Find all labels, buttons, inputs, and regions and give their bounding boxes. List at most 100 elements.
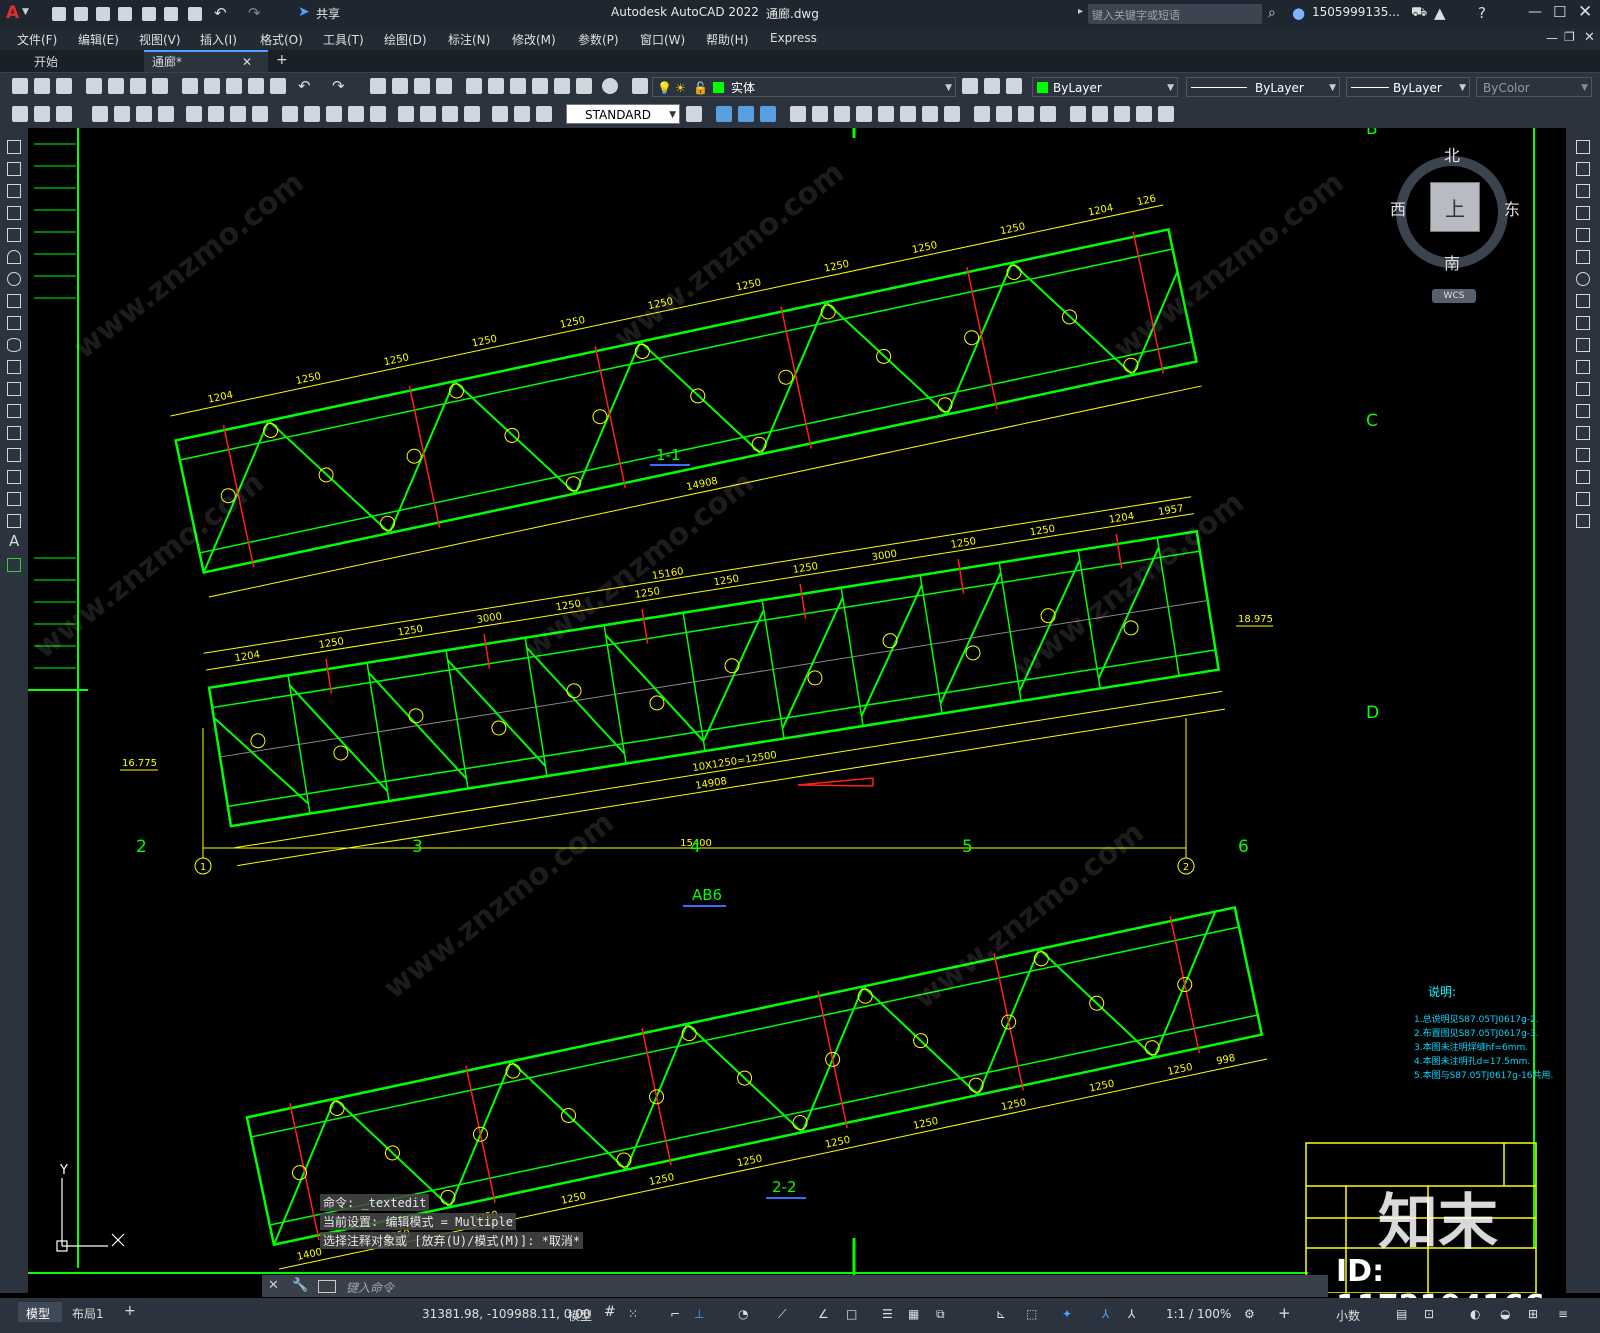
ellipse-arc-icon[interactable] (7, 360, 21, 374)
tab-start[interactable]: 开始 (26, 52, 152, 72)
dim-arc-icon[interactable] (136, 106, 152, 122)
open-file-icon[interactable] (74, 7, 88, 21)
isolate-objects-icon[interactable]: ◐ (1470, 1307, 1480, 1321)
workspace-gear-icon[interactable]: ⚙ (1244, 1307, 1255, 1321)
construction-line-icon[interactable] (7, 162, 21, 176)
polyline-icon[interactable] (7, 184, 21, 198)
center-mark-icon[interactable] (420, 106, 436, 122)
dim-break-icon[interactable] (370, 106, 386, 122)
add-layout-plus-icon[interactable]: + (124, 1303, 136, 1319)
table-icon[interactable] (7, 514, 21, 528)
tb2-icon-1[interactable] (12, 106, 28, 122)
tb2-solid-13-icon[interactable] (996, 106, 1012, 122)
help-icon[interactable]: ? (1478, 4, 1486, 22)
dim-angular-icon[interactable] (252, 106, 268, 122)
osnap-icon[interactable]: □ (846, 1307, 857, 1321)
dimstyle-select[interactable]: STANDARD ▼ (566, 104, 680, 124)
rotate-icon[interactable] (1576, 272, 1590, 286)
tb-calculator-icon[interactable] (576, 78, 592, 94)
tb-3dprint-icon[interactable] (152, 78, 168, 94)
tb2-solid-18-icon[interactable] (1114, 106, 1130, 122)
annotation-visibility-icon[interactable]: ⅄ (1102, 1307, 1109, 1321)
tb-help-icon[interactable] (602, 78, 618, 94)
close-icon[interactable]: ✕ (1578, 2, 1592, 22)
viewcube-east[interactable]: 东 (1504, 196, 1520, 220)
model-space-canvas[interactable]: 1204 1250 1250 1250 1250 1250 1250 1250 … (27, 128, 1566, 1324)
chamfer-icon[interactable] (1576, 448, 1590, 462)
clean-screen-icon[interactable]: ⊞ (1528, 1307, 1538, 1321)
scale-icon[interactable] (1576, 294, 1590, 308)
tab-drawing[interactable]: 通廊* ✕ (144, 50, 268, 72)
tb2-solid-8-icon[interactable] (878, 106, 894, 122)
menu-dimension[interactable]: 标注(N) (448, 31, 490, 48)
dim-baseline-icon[interactable] (304, 106, 320, 122)
share-label[interactable]: 共享 (316, 5, 340, 22)
dim-quick-icon[interactable] (282, 106, 298, 122)
plot-icon[interactable] (188, 7, 202, 21)
tb2-solid-3-icon[interactable] (760, 106, 776, 122)
minimize-icon[interactable]: — (1528, 4, 1542, 20)
make-current-icon[interactable] (962, 78, 978, 94)
customize-wrench-icon[interactable]: 🔧 (292, 1278, 308, 1293)
copy-icon[interactable] (1576, 162, 1590, 176)
lineweight-select[interactable]: ByLayer ▼ (1346, 77, 1470, 97)
new-tab-plus-icon[interactable]: + (276, 52, 288, 68)
tb2-solid-1-icon[interactable] (716, 106, 732, 122)
jogged-linear-icon[interactable] (464, 106, 480, 122)
search-expand-icon[interactable]: ▸ (1078, 6, 1083, 17)
multiline-text-icon[interactable]: A (9, 532, 19, 550)
tb-toolpalettes-icon[interactable] (510, 78, 526, 94)
tb-zoom-previous-icon[interactable] (436, 78, 452, 94)
undo-icon[interactable]: ↶ (214, 4, 227, 22)
extend-icon[interactable] (1576, 360, 1590, 374)
viewcube-top-face[interactable]: 上 (1430, 182, 1480, 232)
snap-icon[interactable]: ⁙ (628, 1307, 638, 1321)
search-input[interactable]: 键入关键字或短语 (1088, 4, 1262, 24)
tb-new-icon[interactable] (12, 78, 28, 94)
coordinates-readout[interactable]: 31381.98, -109988.11, 0.00 (422, 1307, 590, 1321)
dim-continue-icon[interactable] (326, 106, 342, 122)
recent-commands-icon[interactable] (318, 1280, 336, 1293)
array-icon[interactable] (1576, 228, 1590, 242)
dynamic-ucs-icon[interactable]: ⊾ (996, 1307, 1006, 1321)
rectangle-icon[interactable] (7, 228, 21, 242)
dim-radius-icon[interactable] (186, 106, 202, 122)
new-file-icon[interactable] (52, 7, 66, 21)
tab-layout1[interactable]: 布局1 (66, 1302, 114, 1322)
viewcube-south[interactable]: 南 (1444, 250, 1460, 274)
tb2-solid-9-icon[interactable] (900, 106, 916, 122)
tb-save-icon[interactable] (56, 78, 72, 94)
autodesk-a360-icon[interactable]: ▲ (1434, 4, 1446, 22)
polar-icon[interactable]: ◔ (738, 1307, 748, 1321)
isodraft-icon[interactable]: ⟋ (778, 1307, 786, 1322)
point-icon[interactable] (7, 426, 21, 440)
erase-icon[interactable] (1576, 140, 1590, 154)
region-icon[interactable] (7, 492, 21, 506)
osnap-tracking-icon[interactable]: ∠ (818, 1307, 829, 1321)
tb2-solid-10-icon[interactable] (922, 106, 938, 122)
tb2-icon-2[interactable] (34, 106, 50, 122)
dim-edit-icon[interactable] (492, 106, 508, 122)
tb2-solid-11-icon[interactable] (944, 106, 960, 122)
tb-copy-icon[interactable] (204, 78, 220, 94)
tb2-solid-15-icon[interactable] (1040, 106, 1056, 122)
stretch-icon[interactable] (1576, 316, 1590, 330)
tab-close-icon[interactable]: ✕ (242, 52, 252, 72)
explode-icon[interactable] (1576, 514, 1590, 528)
command-input[interactable]: 键入命令 (342, 1276, 1322, 1296)
spline-icon[interactable] (7, 316, 21, 330)
tb2-solid-7-icon[interactable] (856, 106, 872, 122)
units-select[interactable]: 小数 (1336, 1307, 1360, 1324)
insert-block-icon[interactable] (7, 382, 21, 396)
tolerance-icon[interactable] (398, 106, 414, 122)
tb2-icon-3[interactable] (56, 106, 72, 122)
break-at-point-icon[interactable] (1576, 382, 1590, 396)
tb-zoom-window-icon[interactable] (414, 78, 430, 94)
app-menu-chevron-icon[interactable]: ▼ (22, 7, 29, 17)
tb-plot-icon[interactable] (86, 78, 102, 94)
dim-jogged-icon[interactable] (208, 106, 224, 122)
tb-redo-icon[interactable]: ↷ (332, 77, 345, 95)
tb-matchprop-icon[interactable] (248, 78, 264, 94)
circle-icon[interactable] (7, 272, 21, 286)
menu-window[interactable]: 窗口(W) (640, 31, 685, 48)
